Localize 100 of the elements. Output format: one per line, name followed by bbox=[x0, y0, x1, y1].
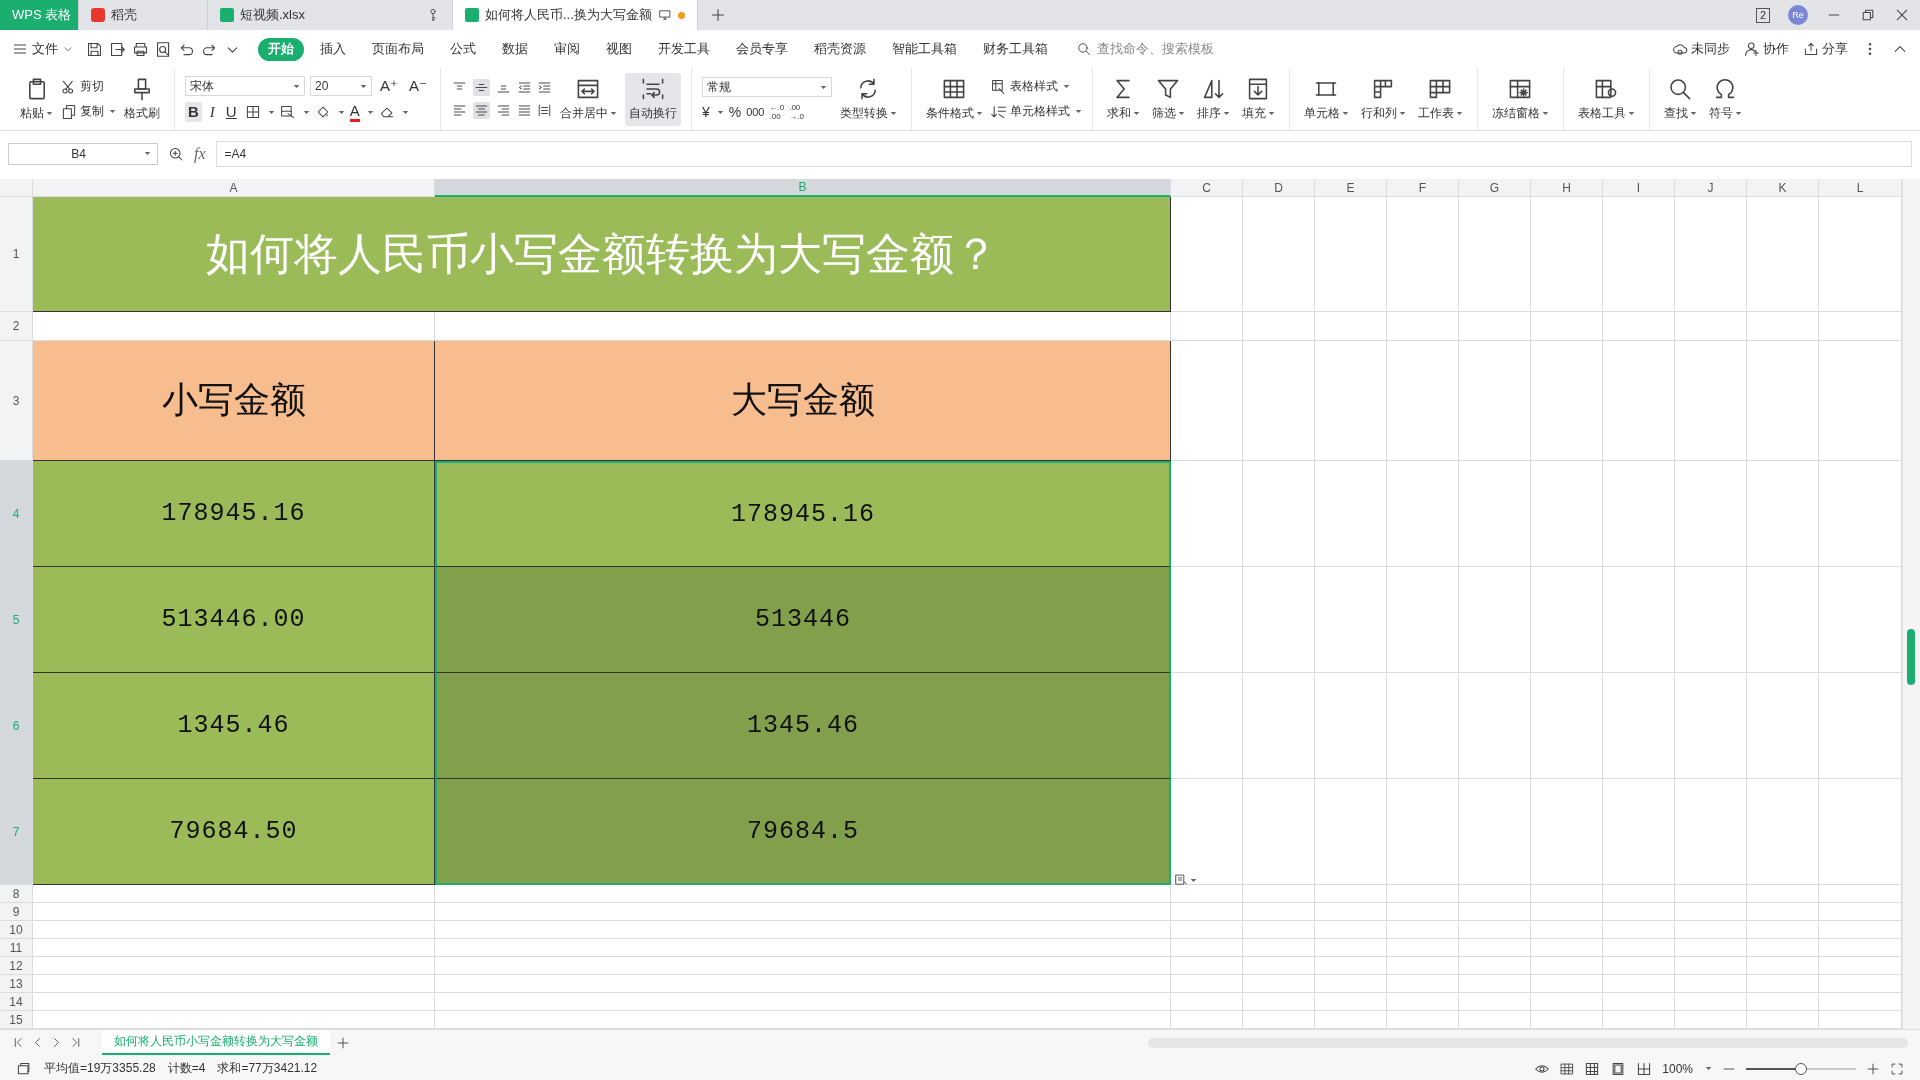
decimal-button[interactable]: ←.0 .00 bbox=[769, 103, 785, 121]
ribbon-tab[interactable]: 智能工具箱 bbox=[882, 37, 967, 61]
ribbon-tab[interactable]: 稻壳资源 bbox=[804, 37, 876, 61]
ribbon-tab[interactable]: 财务工具箱 bbox=[973, 37, 1058, 61]
toolbar-link[interactable]: 未同步 bbox=[1672, 40, 1730, 58]
percent-button[interactable]: % bbox=[728, 104, 742, 120]
shrink-font-button[interactable]: A⁻ bbox=[405, 76, 430, 96]
toolbar-button[interactable]: 复制 bbox=[61, 103, 116, 120]
search-field[interactable]: 查找命令、搜索模板 bbox=[1095, 41, 1229, 57]
document-tab[interactable]: 稻壳 bbox=[79, 0, 208, 30]
column-header[interactable]: I bbox=[1603, 179, 1675, 197]
toolbar-button[interactable]: 单元格样式 bbox=[990, 103, 1082, 120]
row-header[interactable]: 9 bbox=[0, 903, 33, 921]
column-header[interactable]: C bbox=[1171, 179, 1243, 197]
toolbar-button[interactable]: 剪切 bbox=[61, 78, 116, 95]
indent-icon[interactable] bbox=[536, 80, 552, 95]
row-header[interactable]: 15 bbox=[0, 1011, 33, 1029]
toolbar-button[interactable]: 表格工具 bbox=[1573, 72, 1639, 126]
zoom-in-icon[interactable] bbox=[168, 145, 184, 162]
export-icon[interactable] bbox=[109, 40, 126, 58]
function-button[interactable]: fx bbox=[194, 144, 206, 163]
last-sheet-icon[interactable] bbox=[69, 1036, 82, 1049]
toolbar-button[interactable]: 求和 bbox=[1102, 72, 1144, 126]
row-header[interactable]: 3 bbox=[0, 341, 33, 461]
ribbon-tab[interactable]: 开发工具 bbox=[648, 37, 720, 61]
formula-field[interactable]: =A4 bbox=[215, 140, 1912, 167]
fullscreen-icon[interactable] bbox=[1890, 1061, 1904, 1076]
toolbar-button[interactable]: 表格样式 bbox=[990, 78, 1082, 95]
slider-thumb[interactable] bbox=[1795, 1062, 1807, 1075]
toolbar-button[interactable]: 单元格 bbox=[1299, 72, 1353, 126]
row-header[interactable]: 12 bbox=[0, 957, 33, 975]
save-icon[interactable] bbox=[86, 40, 103, 58]
italic-button[interactable]: I bbox=[206, 102, 218, 122]
toolbar-link[interactable]: 分享 bbox=[1803, 40, 1848, 58]
restore-icon[interactable] bbox=[1860, 7, 1876, 23]
number-format-field[interactable]: 常规 bbox=[701, 77, 832, 97]
toolbar-button[interactable]: 填充 bbox=[1237, 72, 1279, 126]
ribbon-tab[interactable]: 页面布局 bbox=[362, 37, 434, 61]
row-header[interactable]: 13 bbox=[0, 975, 33, 993]
row-header[interactable]: 14 bbox=[0, 993, 33, 1011]
underline-button[interactable]: U bbox=[222, 102, 240, 122]
column-header[interactable]: G bbox=[1459, 179, 1531, 197]
row-header[interactable]: 8 bbox=[0, 885, 33, 903]
row-header[interactable]: 2 bbox=[0, 312, 33, 341]
row-header[interactable]: 10 bbox=[0, 921, 33, 939]
normal-view-icon[interactable] bbox=[1584, 1060, 1601, 1077]
toolbar-link[interactable]: 协作 bbox=[1744, 40, 1789, 58]
document-tab[interactable]: 如何将人民币...换为大写金额 bbox=[453, 0, 698, 30]
currency-button[interactable]: ¥ bbox=[701, 104, 710, 120]
ribbon-tab[interactable]: 视图 bbox=[596, 37, 642, 61]
toolbar-button[interactable]: 冻结窗格 bbox=[1487, 72, 1553, 126]
toolbar-button[interactable]: 筛选 bbox=[1147, 72, 1189, 126]
toolbar-button[interactable]: 工作表 bbox=[1413, 72, 1467, 126]
column-header[interactable]: F bbox=[1387, 179, 1459, 197]
ribbon-tab[interactable]: 公式 bbox=[440, 37, 486, 61]
bold-button[interactable]: B bbox=[185, 102, 202, 122]
column-header[interactable]: H bbox=[1531, 179, 1603, 197]
close-icon[interactable] bbox=[1894, 7, 1910, 23]
new-tab-icon[interactable] bbox=[710, 7, 726, 23]
toolbar-button[interactable]: 条件格式 bbox=[921, 72, 987, 126]
window-count-badge[interactable]: 2 bbox=[1755, 7, 1770, 23]
distribute-icon[interactable] bbox=[536, 103, 552, 118]
decimal-button[interactable]: .00 →.0 bbox=[789, 103, 804, 121]
ribbon-tab[interactable]: 数据 bbox=[492, 37, 538, 61]
toolbar-button[interactable]: 格式刷 bbox=[120, 72, 164, 126]
page-break-icon[interactable] bbox=[1636, 1060, 1653, 1077]
column-header[interactable]: J bbox=[1675, 179, 1747, 197]
column-header[interactable]: D bbox=[1243, 179, 1315, 197]
row-header[interactable]: 11 bbox=[0, 939, 33, 957]
scrollbar-thumb[interactable] bbox=[1907, 629, 1915, 685]
column-header[interactable]: E bbox=[1315, 179, 1387, 197]
printer-icon[interactable] bbox=[132, 40, 149, 58]
paste-options-button[interactable] bbox=[1174, 873, 1197, 887]
align-button[interactable] bbox=[472, 79, 490, 96]
toolbar-button[interactable]: 符号 bbox=[1704, 72, 1746, 126]
first-sheet-icon[interactable] bbox=[12, 1036, 25, 1049]
macro-icon[interactable] bbox=[16, 1060, 32, 1077]
file-menu[interactable]: 文件 bbox=[12, 40, 74, 58]
font-size-field[interactable]: 20 bbox=[310, 76, 372, 96]
column-header[interactable]: K bbox=[1747, 179, 1819, 197]
cell-format-icon[interactable] bbox=[279, 104, 296, 120]
toolbar-button[interactable]: 自动换行 bbox=[624, 72, 681, 126]
font-color-button[interactable]: A bbox=[349, 102, 360, 122]
thousands-button[interactable]: 000 bbox=[746, 106, 765, 118]
toolbar-button[interactable]: 粘贴 bbox=[16, 72, 57, 126]
toolbar-button[interactable]: 行和列 bbox=[1356, 72, 1410, 126]
font-name-field[interactable]: 宋体 bbox=[185, 76, 305, 96]
ribbon-tab[interactable]: 会员专享 bbox=[726, 37, 798, 61]
print-preview-icon[interactable] bbox=[155, 40, 172, 58]
toolbar-button[interactable]: 排序 bbox=[1192, 72, 1234, 126]
border-icon[interactable] bbox=[244, 104, 261, 120]
grow-font-button[interactable]: A⁺ bbox=[377, 76, 401, 96]
name-box[interactable]: B4 bbox=[8, 142, 158, 165]
zoom-level[interactable]: 100% bbox=[1662, 1061, 1693, 1076]
row-header[interactable]: 1 bbox=[0, 197, 33, 312]
ribbon-tab[interactable]: 审阅 bbox=[544, 37, 590, 61]
toolbar-button[interactable]: 类型转换 bbox=[835, 72, 901, 126]
toolbar-button[interactable]: 合并居中 bbox=[555, 72, 621, 126]
toolbar-button[interactable]: 查找 bbox=[1659, 72, 1701, 126]
ribbon-tab[interactable]: 插入 bbox=[310, 37, 356, 61]
